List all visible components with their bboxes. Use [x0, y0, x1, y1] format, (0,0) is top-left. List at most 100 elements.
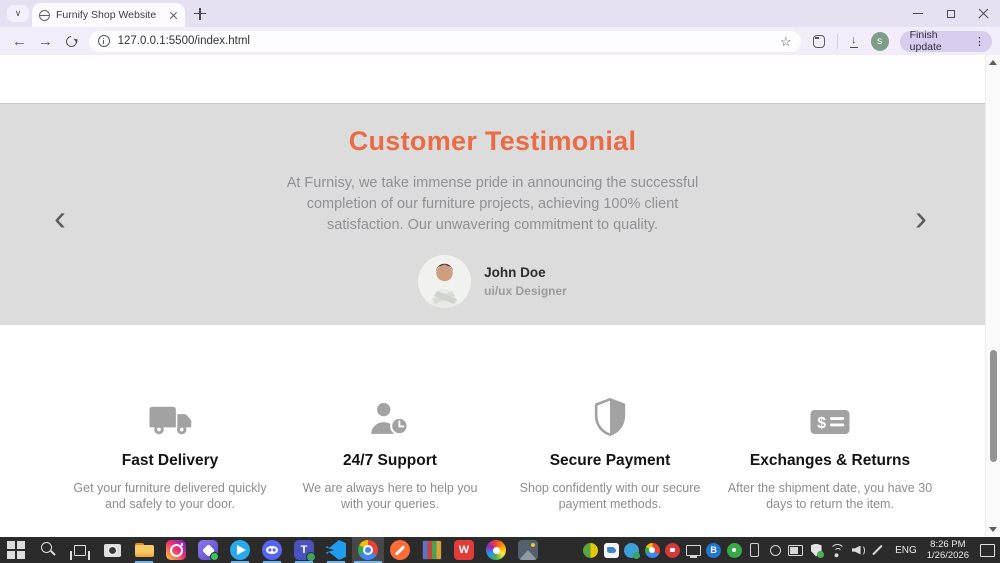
menu-kebab-icon[interactable]: ⋮: [974, 35, 985, 48]
page-scrollbar[interactable]: [985, 55, 1000, 537]
instagram-icon: [166, 540, 186, 560]
taskbar-app-instagram-icon[interactable]: [160, 537, 192, 563]
browser-window: ∨ Furnify Shop Website ← → 127.0.0.1:550…: [0, 0, 1000, 563]
tray-smartwatch-icon[interactable]: [768, 543, 783, 558]
feature-desc: Shop confidently with our secure payment…: [500, 480, 720, 512]
scroll-up-button[interactable]: [986, 55, 1000, 70]
tray-wifi-icon[interactable]: [829, 543, 844, 558]
tray-display-icon[interactable]: [686, 543, 701, 558]
tray-updates-icon[interactable]: [624, 543, 639, 558]
clock-date: 1/26/2026: [927, 550, 969, 561]
windows-taskbar: T W B ENG 8:26 PM 1/26/2026: [0, 537, 1000, 563]
svg-text:$: $: [817, 415, 826, 432]
tray-chrome-tray-icon[interactable]: [645, 543, 660, 558]
tab-organizer-icon[interactable]: [813, 35, 825, 48]
minimize-button[interactable]: [901, 0, 934, 27]
taskbar-app-chrome-icon[interactable]: [352, 537, 384, 563]
tray-app-yellow-green-icon[interactable]: [583, 543, 598, 558]
desc-line: and safely to your door.: [60, 496, 280, 512]
back-button[interactable]: ←: [8, 29, 31, 53]
taskbar-app-postman-icon[interactable]: [384, 537, 416, 563]
forward-button[interactable]: →: [34, 29, 57, 53]
feature-fast-delivery: Fast Delivery Get your furniture deliver…: [60, 395, 280, 512]
shield-icon: [593, 397, 627, 437]
new-tab-button[interactable]: [194, 8, 206, 20]
tray-app-red-icon[interactable]: [665, 543, 680, 558]
browser-titlebar: ∨ Furnify Shop Website: [0, 0, 1000, 27]
quote-line: completion of our furniture projects, ac…: [0, 194, 985, 215]
scroll-down-button[interactable]: [986, 522, 1000, 537]
taskbar-app-photos-icon[interactable]: [480, 537, 512, 563]
photos-icon: [486, 540, 506, 560]
profile-avatar[interactable]: s: [871, 32, 889, 51]
taskbar-app-telegram-icon[interactable]: [224, 537, 256, 563]
minimize-icon: [913, 13, 923, 15]
feature-title: Secure Payment: [500, 452, 720, 470]
author-text: John Doe ui/ux Designer: [484, 265, 567, 298]
tray-battery-icon[interactable]: [788, 543, 803, 558]
site-info-icon[interactable]: [98, 35, 110, 47]
camera-icon: [104, 544, 121, 557]
taskbar-app-discord-icon[interactable]: [256, 537, 288, 563]
search-icon: [38, 540, 58, 560]
globe-favicon-icon: [39, 10, 50, 21]
toolbar-divider: [837, 34, 838, 49]
tray-cloud-sync-icon[interactable]: [604, 543, 619, 558]
vscode-icon: [326, 540, 346, 560]
clock-time: 8:26 PM: [927, 539, 969, 550]
explorer-icon: [135, 543, 154, 557]
testimonial-quote: At Furnisy, we take immense pride in ann…: [0, 173, 985, 236]
action-center-button[interactable]: [974, 537, 1000, 563]
browser-toolbar: ← → 127.0.0.1:5500/index.html ☆ ↓ s Fini…: [0, 27, 1000, 55]
tray-windows-security-icon[interactable]: [809, 543, 824, 558]
restore-button[interactable]: [934, 0, 967, 27]
taskbar-app-search-icon[interactable]: [32, 537, 64, 563]
taskbar-app-winrar-icon[interactable]: [416, 537, 448, 563]
author-avatar: [418, 255, 471, 308]
taskbar-app-task-view-icon[interactable]: [64, 537, 96, 563]
taskbar-app-explorer-icon[interactable]: [128, 537, 160, 563]
features-section: Fast Delivery Get your furniture deliver…: [60, 325, 940, 512]
taskbar-app-start-icon[interactable]: [0, 537, 32, 563]
finish-update-button[interactable]: Finish update ⋮: [900, 31, 992, 52]
close-button[interactable]: [967, 0, 1000, 27]
downloads-icon[interactable]: ↓: [850, 34, 858, 47]
money-check-icon: $: [809, 407, 851, 437]
taskbar-app-vscode-icon[interactable]: [320, 537, 352, 563]
desc-line: days to return the item.: [720, 496, 940, 512]
truck-icon: [148, 403, 192, 437]
scrollbar-thumb[interactable]: [990, 350, 997, 462]
language-indicator[interactable]: ENG: [890, 537, 922, 563]
bookmark-star-icon[interactable]: ☆: [780, 35, 792, 48]
tray-volume-icon[interactable]: [850, 543, 865, 558]
tray-app-green-icon[interactable]: [727, 543, 742, 558]
taskbar-app-mail-icon[interactable]: [192, 537, 224, 563]
taskbar-app-camera-icon[interactable]: [96, 537, 128, 563]
feature-support: 24/7 Support We are always here to help …: [280, 395, 500, 512]
tray-pen-icon[interactable]: [870, 543, 885, 558]
author-role: ui/ux Designer: [484, 284, 567, 298]
reload-button[interactable]: [60, 29, 83, 53]
tab-close-icon[interactable]: [169, 11, 178, 20]
wps-icon: W: [454, 540, 474, 560]
tab-search-chevron-icon[interactable]: ∨: [7, 5, 29, 22]
taskbar-app-teams-icon[interactable]: T: [288, 537, 320, 563]
tray-usb-device-icon[interactable]: [747, 543, 762, 558]
browser-tab[interactable]: Furnify Shop Website: [32, 3, 185, 27]
carousel-next-icon[interactable]: ›: [915, 200, 927, 236]
page-viewport: Customer Testimonial At Furnisy, we take…: [0, 55, 1000, 537]
address-bar[interactable]: 127.0.0.1:5500/index.html ☆: [89, 31, 801, 52]
carousel-prev-icon[interactable]: ‹: [54, 200, 66, 236]
taskbar-clock[interactable]: 8:26 PM 1/26/2026: [922, 537, 974, 563]
desc-line: Shop confidently with our secure: [500, 480, 720, 496]
scene-icon: [518, 540, 538, 560]
taskbar-app-scene-icon[interactable]: [512, 537, 544, 563]
tray-bluetooth-icon[interactable]: B: [706, 543, 721, 558]
tab-title: Furnify Shop Website: [56, 9, 163, 21]
telegram-icon: [230, 540, 250, 560]
feature-secure-payment: Secure Payment Shop confidently with our…: [500, 395, 720, 512]
postman-icon: [390, 540, 410, 560]
desc-line: We are always here to help you: [280, 480, 500, 496]
taskbar-app-wps-icon[interactable]: W: [448, 537, 480, 563]
desc-line: with your queries.: [280, 496, 500, 512]
